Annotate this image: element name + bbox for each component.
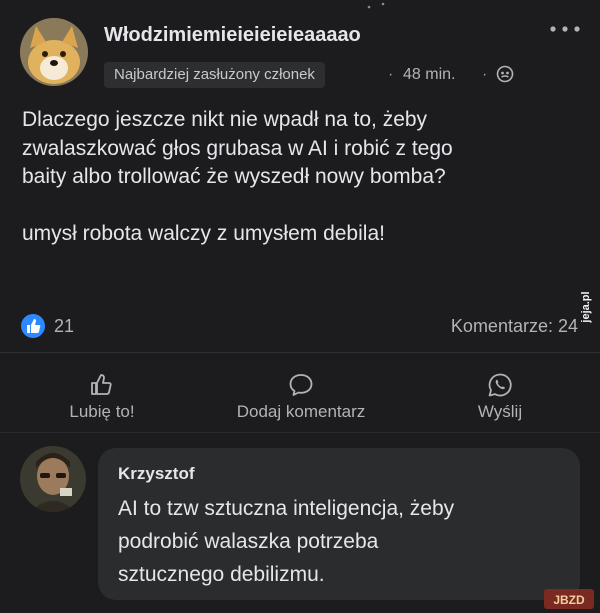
commenter-avatar[interactable] [20,446,86,512]
author-avatar[interactable] [20,18,88,86]
post-text-line: Dlaczego jeszcze nikt nie wpadł na to, ż… [22,108,428,131]
stray-dots [367,2,385,9]
like-button[interactable]: Lubię to! [56,372,148,422]
divider [0,432,600,433]
send-label: Wyślij [477,402,523,421]
like-count[interactable]: 21 [54,316,74,337]
like-reaction-icon[interactable] [20,313,46,339]
thumb-up-icon [91,374,112,395]
comment-button[interactable]: Dodaj komentarz [208,372,394,422]
comment-text-line: sztucznego debilizmu. [118,563,325,586]
comment-author[interactable]: Krzysztof [118,464,195,484]
comment-text-line: AI to tzw sztuczna inteligencja, żeby [118,497,455,520]
jeja-watermark: jeja.pl [578,283,600,331]
comment-label: Dodaj komentarz [236,402,366,421]
divider [0,352,600,353]
comment-text: AI to tzw sztuczna inteligencja, żeby po… [118,492,568,591]
jbzd-watermark: JBZD [544,589,594,609]
globe-icon [496,65,514,83]
jeja-watermark-text: jeja.pl [580,291,592,323]
author-name[interactable]: Włodzimiemieieieieieaaaao [104,24,361,47]
man-avatar-icon [20,446,86,512]
member-badge: Najbardziej zasłużony członek [104,62,325,88]
comments-count[interactable]: Komentarze: 24 [451,316,578,337]
meta-separator: · [482,66,488,83]
whatsapp-icon [488,373,512,397]
like-label: Lubię to! [69,402,135,421]
post-time[interactable]: 48 min. [403,66,455,84]
send-button[interactable]: Wyślij [460,372,540,422]
comment-icon [289,374,313,396]
more-icon[interactable] [548,22,582,36]
dog-avatar-icon [20,18,88,86]
post-text-line: baity albo trollować że wyszedł nowy bom… [22,165,446,188]
comment-text-line: podrobić walaszka potrzeba [118,530,379,553]
post-body: Dlaczego jeszcze nikt nie wpadł na to, ż… [22,106,582,248]
post-text-line: umysł robota walczy z umysłem debila! [22,221,385,245]
comment-bubble: Krzysztof AI to tzw sztuczna inteligencj… [98,448,580,600]
post-text-line: zwalaszkować głos grubasa w AI i robić z… [22,136,453,160]
meta-separator: · [388,66,394,83]
jbzd-watermark-text: JBZD [553,593,585,607]
